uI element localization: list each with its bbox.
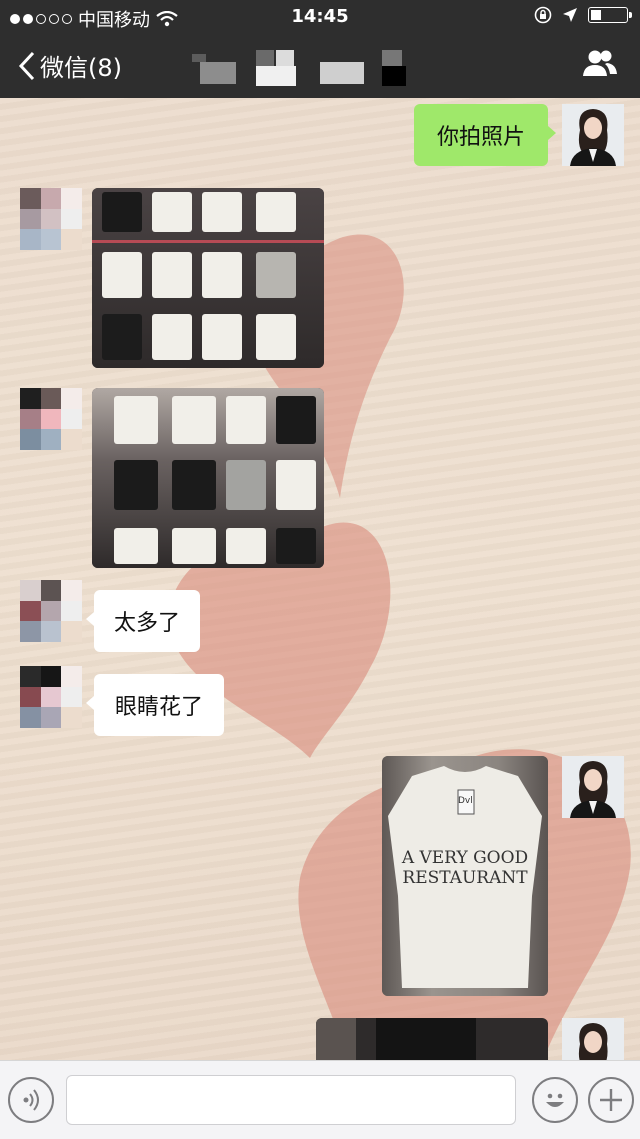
battery-icon <box>588 7 632 23</box>
chat-title-blurred <box>190 46 420 86</box>
message-image-sent[interactable]: Dvl A VERY GOOD RESTAURANT <box>382 756 548 996</box>
chevron-left-icon <box>18 51 35 80</box>
avatar-contact[interactable] <box>20 666 82 728</box>
avatar-woman-photo-icon <box>562 1018 624 1060</box>
avatar-contact[interactable] <box>20 188 82 250</box>
message-image-sent[interactable] <box>316 1018 548 1060</box>
message-text: 眼睛花了 <box>114 695 203 720</box>
shirt-print-line-2: RESTAURANT <box>402 868 528 888</box>
back-label: 微信(8) <box>40 54 122 82</box>
emoji-icon <box>546 1093 564 1107</box>
message-image-received[interactable] <box>92 388 324 568</box>
avatar-self[interactable] <box>562 104 624 166</box>
location-arrow-icon <box>563 8 577 22</box>
status-bar: 中国移动 14:45 <box>0 0 640 34</box>
avatar-woman-photo-icon <box>562 104 624 166</box>
avatar-woman-photo-icon <box>562 756 624 818</box>
message-text: 你拍照片 <box>436 125 525 150</box>
rotation-lock-icon <box>534 6 552 24</box>
nav-bar: 微信(8) <box>0 34 640 98</box>
message-text: 太多了 <box>113 611 180 636</box>
avatar-contact[interactable] <box>20 580 82 642</box>
shirt-print-line-1: A VERY GOOD <box>401 848 529 868</box>
message-image-received[interactable] <box>92 188 324 368</box>
input-bar <box>0 1060 640 1139</box>
message-bubble-sent[interactable]: 你拍照片 <box>414 104 556 166</box>
plus-icon <box>600 1089 622 1111</box>
voice-button[interactable] <box>8 1077 54 1123</box>
message-input[interactable] <box>66 1075 516 1125</box>
avatar-self[interactable] <box>562 1018 624 1060</box>
message-bubble-received[interactable]: 眼睛花了 <box>86 674 224 736</box>
shirt-tag-text: Dvl <box>458 796 473 806</box>
group-members-icon <box>583 50 617 76</box>
voice-icon <box>23 1089 39 1111</box>
more-button[interactable] <box>588 1077 634 1123</box>
avatar-contact[interactable] <box>20 388 82 450</box>
avatar-self[interactable] <box>562 756 624 818</box>
message-bubble-received[interactable]: 太多了 <box>86 590 200 652</box>
back-button[interactable]: 微信(8) <box>18 48 122 83</box>
group-members-button[interactable] <box>582 48 618 82</box>
emoji-button[interactable] <box>532 1077 578 1123</box>
